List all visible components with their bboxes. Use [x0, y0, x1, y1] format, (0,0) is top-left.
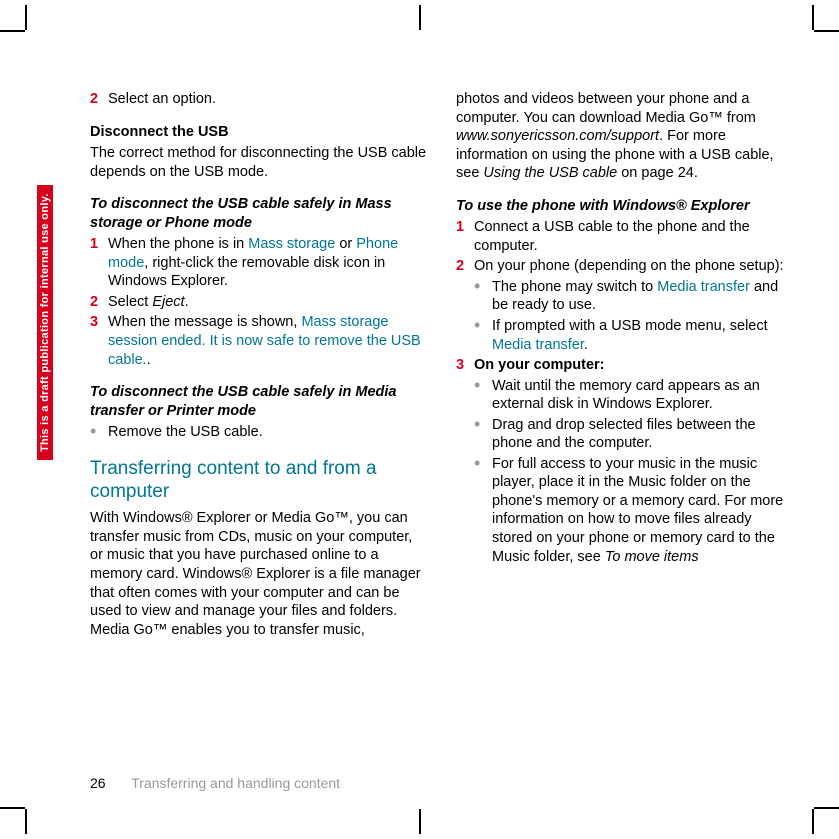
crop-mark [814, 807, 839, 809]
page-footer: 26 Transferring and handling content [90, 775, 340, 791]
crop-mark [419, 5, 421, 30]
bullet-item: • Drag and drop selected files between t… [474, 416, 794, 453]
step-number: 1 [90, 235, 108, 291]
step-item: 3 On your computer: [456, 356, 794, 375]
page-content: 2 Select an option. Disconnect the USB T… [90, 90, 794, 769]
column-left: 2 Select an option. Disconnect the USB T… [90, 90, 428, 769]
bullet-text: Wait until the memory card appears as an… [492, 377, 794, 414]
crop-mark [812, 5, 814, 30]
step-item: 2 On your phone (depending on the phone … [456, 257, 794, 276]
step-item: 1 Connect a USB cable to the phone and t… [456, 218, 794, 255]
step-item: 2 Select an option. [90, 90, 428, 109]
step-text: Select Eject. [108, 293, 428, 312]
bullet-text: If prompted with a USB mode menu, select… [492, 317, 794, 354]
step-number: 2 [90, 90, 108, 109]
bullet-icon: • [474, 377, 492, 414]
crop-mark [0, 807, 25, 809]
step-text: On your phone (depending on the phone se… [474, 257, 794, 276]
column-right: photos and videos between your phone and… [456, 90, 794, 769]
step-item: 2 Select Eject. [90, 293, 428, 312]
bullet-item: • If prompted with a USB mode menu, sele… [474, 317, 794, 354]
crop-mark [812, 809, 814, 834]
step-item: 1 When the phone is in Mass storage or P… [90, 235, 428, 291]
bullet-text: The phone may switch to Media transfer a… [492, 278, 794, 315]
bullet-text: Drag and drop selected files between the… [492, 416, 794, 453]
bullet-item: • Remove the USB cable. [90, 423, 428, 442]
bullet-item: • Wait until the memory card appears as … [474, 377, 794, 414]
link-text: Media transfer [492, 337, 584, 353]
section-title: Transferring content to and from a compu… [90, 458, 428, 504]
link-text: Media transfer [657, 279, 750, 295]
bullet-icon: • [90, 423, 108, 442]
step-text: On your computer: [474, 356, 794, 375]
paragraph: The correct method for disconnecting the… [90, 144, 428, 181]
footer-title: Transferring and handling content [131, 775, 340, 791]
paragraph: With Windows® Explorer or Media Go™, you… [90, 509, 428, 639]
crop-mark [419, 809, 421, 834]
bullet-item: • The phone may switch to Media transfer… [474, 278, 794, 315]
step-number: 2 [90, 293, 108, 312]
step-number: 1 [456, 218, 474, 255]
crop-mark [25, 5, 27, 30]
paragraph: photos and videos between your phone and… [456, 90, 794, 183]
crop-mark [814, 30, 839, 32]
crop-mark [0, 30, 25, 32]
step-text: Select an option. [108, 90, 428, 109]
step-number: 2 [456, 257, 474, 276]
link-text: Mass storage [248, 236, 335, 252]
step-number: 3 [456, 356, 474, 375]
step-text: Connect a USB cable to the phone and the… [474, 218, 794, 255]
step-item: 3 When the message is shown, Mass storag… [90, 313, 428, 369]
bullet-icon: • [474, 416, 492, 453]
heading: To disconnect the USB cable safely in Me… [90, 383, 428, 420]
heading: To use the phone with Windows® Explorer [456, 197, 794, 216]
bullet-text: Remove the USB cable. [108, 423, 428, 442]
bullet-icon: • [474, 455, 492, 566]
heading: To disconnect the USB cable safely in Ma… [90, 195, 428, 232]
bullet-text: For full access to your music in the mus… [492, 455, 794, 566]
crop-mark [25, 809, 27, 834]
page-number: 26 [90, 775, 106, 791]
heading: Disconnect the USB [90, 123, 428, 142]
bullet-icon: • [474, 278, 492, 315]
step-number: 3 [90, 313, 108, 369]
step-text: When the message is shown, Mass storage … [108, 313, 428, 369]
step-text: When the phone is in Mass storage or Pho… [108, 235, 428, 291]
draft-watermark: This is a draft publication for internal… [37, 185, 53, 460]
bullet-item: • For full access to your music in the m… [474, 455, 794, 566]
bullet-icon: • [474, 317, 492, 354]
